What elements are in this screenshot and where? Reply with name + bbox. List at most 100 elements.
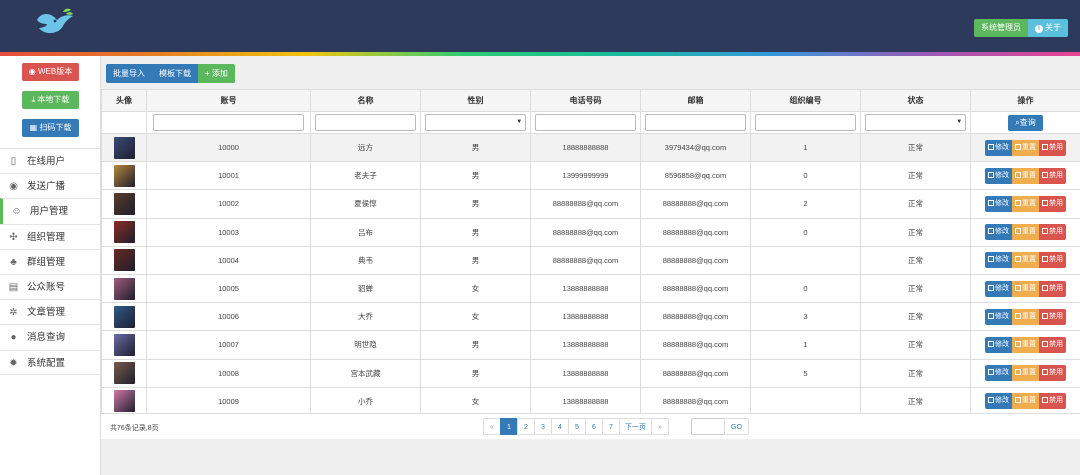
batch-import-button[interactable]: 批量导入 (106, 64, 152, 83)
add-button[interactable]: + 添加 (198, 64, 235, 83)
org-filter-input[interactable] (754, 114, 857, 131)
name-cell: 典韦 (310, 245, 421, 275)
sidebar-item-org-management[interactable]: ✣ 组织管理 (0, 223, 100, 249)
ban-button[interactable]: 禁用 (1039, 195, 1066, 212)
page-3-button[interactable]: 3 (534, 418, 552, 435)
edit-button[interactable]: 修改 (985, 195, 1012, 212)
avatar[interactable] (113, 164, 135, 187)
avatar[interactable] (113, 249, 135, 272)
bird-logo-icon[interactable] (33, 6, 77, 38)
reset-button[interactable]: 重置 (1012, 393, 1039, 410)
go-button[interactable]: GO (724, 418, 749, 435)
sidebar-item-broadcast[interactable]: ◉ 发送广播 (0, 173, 100, 198)
edit-icon (988, 143, 994, 150)
avatar[interactable] (113, 277, 135, 300)
reset-button[interactable]: 重置 (1012, 224, 1039, 241)
ban-button[interactable]: 禁用 (1039, 280, 1066, 297)
query-label: 查询 (1019, 117, 1036, 127)
ban-button[interactable]: 禁用 (1039, 252, 1066, 269)
avatar[interactable] (113, 221, 135, 244)
ban-button[interactable]: 禁用 (1039, 167, 1066, 184)
ban-button[interactable]: 禁用 (1039, 365, 1066, 382)
prev-page-button[interactable]: « (483, 418, 501, 435)
page-6-button[interactable]: 6 (585, 418, 603, 435)
ban-button[interactable]: 禁用 (1039, 139, 1066, 156)
edit-button[interactable]: 修改 (985, 308, 1012, 325)
reset-button[interactable]: 重置 (1012, 336, 1039, 353)
user-table-panel: 头像 账号 名称 性别 电话号码 邮箱 组织编号 状态 操作 ▼ ▼ ⌕查询 1… (101, 89, 1080, 439)
avatar[interactable] (113, 136, 135, 159)
col-name[interactable]: 名称 (310, 89, 421, 112)
phone-filter-input[interactable] (534, 114, 637, 131)
reset-button[interactable]: 重置 (1012, 280, 1039, 297)
admin-button[interactable]: 系统管理员 (974, 19, 1028, 37)
gender-filter-select[interactable]: ▼ (424, 114, 527, 131)
email-cell: 88888888@qq.com (640, 358, 751, 388)
col-status[interactable]: 状态 (860, 89, 971, 112)
sidebar-item-article-management[interactable]: ✲ 文章管理 (0, 299, 100, 324)
ban-button[interactable]: 禁用 (1039, 336, 1066, 353)
email-filter-input[interactable] (644, 114, 747, 131)
col-phone[interactable]: 电话号码 (530, 89, 641, 112)
ban-button[interactable]: 禁用 (1039, 224, 1066, 241)
reset-button[interactable]: 重置 (1012, 252, 1039, 269)
sidebar-item-public-accounts[interactable]: ▤ 公众账号 (0, 273, 100, 299)
edit-button[interactable]: 修改 (985, 280, 1012, 297)
edit-button[interactable]: 修改 (985, 139, 1012, 156)
page-1-button[interactable]: 1 (500, 418, 518, 435)
col-org[interactable]: 组织编号 (750, 89, 861, 112)
col-email[interactable]: 邮箱 (640, 89, 751, 112)
sidebar-item-user-management[interactable]: ☺ 用户管理 (0, 198, 100, 224)
query-button[interactable]: ⌕查询 (1008, 114, 1043, 131)
reset-button[interactable]: 重置 (1012, 139, 1039, 156)
about-button[interactable]: i 关于 (1028, 19, 1068, 37)
edit-button[interactable]: 修改 (985, 252, 1012, 269)
page-4-button[interactable]: 4 (551, 418, 569, 435)
reset-button[interactable]: 重置 (1012, 195, 1039, 212)
ban-button[interactable]: 禁用 (1039, 393, 1066, 410)
account-filter-input[interactable] (152, 114, 305, 131)
sidebar-item-online-users[interactable]: ▯ 在线用户 (0, 148, 100, 173)
sidebar-item-system-config[interactable]: ✹ 系统配置 (0, 349, 100, 375)
edit-label: 修改 (995, 284, 1009, 292)
page-2-button[interactable]: 2 (517, 418, 535, 435)
last-page-button[interactable]: » (651, 418, 669, 435)
edit-button[interactable]: 修改 (985, 336, 1012, 353)
avatar-cell (101, 386, 147, 416)
avatar[interactable] (113, 333, 135, 356)
sidebar-item-message-query[interactable]: ● 消息查询 (0, 324, 100, 349)
avatar[interactable] (113, 305, 135, 328)
avatar-cell (101, 161, 147, 191)
avatar[interactable] (113, 362, 135, 385)
edit-button[interactable]: 修改 (985, 393, 1012, 410)
sidebar-item-group-management[interactable]: ♣ 群组管理 (0, 248, 100, 274)
col-account[interactable]: 账号 (146, 89, 311, 112)
reset-button[interactable]: 重置 (1012, 167, 1039, 184)
sidebar-item-label: 群组管理 (27, 256, 66, 268)
avatar[interactable] (113, 192, 135, 215)
status-filter-select[interactable]: ▼ (864, 114, 967, 131)
name-filter-input[interactable] (314, 114, 417, 131)
page-7-button[interactable]: 7 (602, 418, 620, 435)
reset-button[interactable]: 重置 (1012, 365, 1039, 382)
avatar[interactable] (113, 390, 135, 413)
edit-icon (988, 171, 994, 178)
edit-label: 修改 (995, 397, 1009, 405)
edit-button[interactable]: 修改 (985, 167, 1012, 184)
local-download-button[interactable]: ⤓ 本地下载 (22, 91, 79, 109)
template-download-button[interactable]: 模板下载 (152, 64, 198, 83)
edit-button[interactable]: 修改 (985, 224, 1012, 241)
ban-icon (1042, 340, 1048, 347)
ban-button[interactable]: 禁用 (1039, 308, 1066, 325)
reset-button[interactable]: 重置 (1012, 308, 1039, 325)
next-page-button[interactable]: 下一页 (619, 418, 652, 435)
lock-icon (1015, 171, 1021, 178)
sidebar-item-label: 组织管理 (27, 231, 66, 243)
col-gender[interactable]: 性别 (420, 89, 531, 112)
web-version-button[interactable]: ◉ WEB版本 (22, 63, 79, 81)
edit-button[interactable]: 修改 (985, 365, 1012, 382)
email-cell: 8596858@qq.com (640, 161, 751, 191)
page-5-button[interactable]: 5 (568, 418, 586, 435)
qrcode-download-button[interactable]: ▦ 扫码下载 (22, 119, 79, 137)
page-jump-input[interactable] (691, 418, 725, 435)
